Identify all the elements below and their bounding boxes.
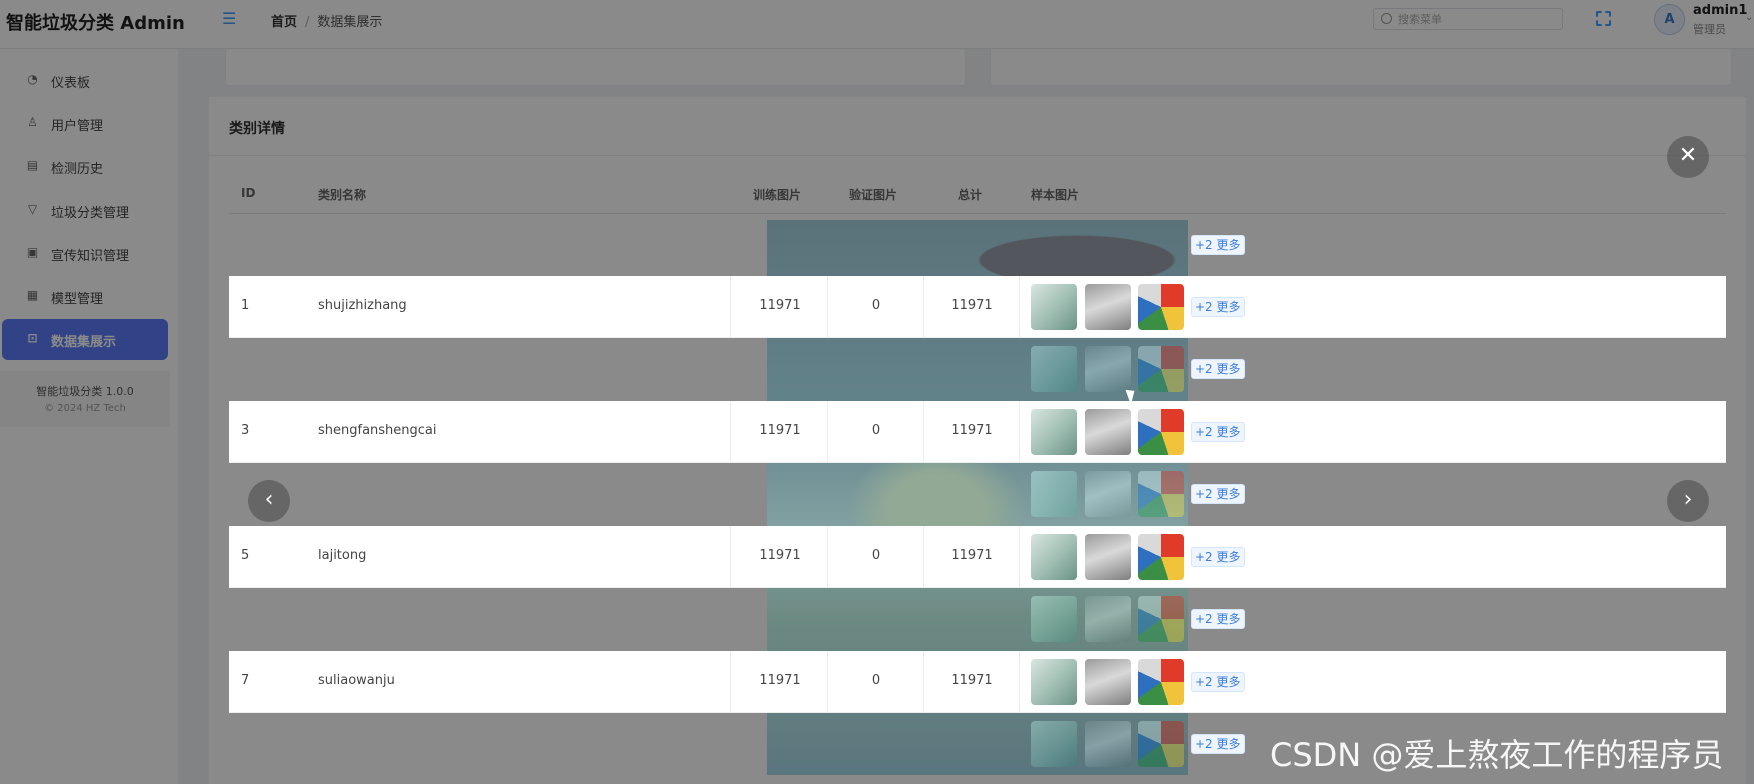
column-divider xyxy=(1019,526,1020,588)
cell-val: 0 xyxy=(871,298,881,313)
more-samples-tag[interactable]: +2 更多 xyxy=(1191,235,1245,255)
sample-thumbnail[interactable] xyxy=(1031,659,1077,705)
chevron-right-icon[interactable]: › xyxy=(1667,480,1709,522)
cell-train: 11971 xyxy=(759,298,801,313)
sample-thumbnail[interactable] xyxy=(1085,534,1131,580)
chevron-left-icon[interactable]: ‹ xyxy=(248,480,290,522)
column-divider xyxy=(1019,401,1020,463)
more-samples-tag[interactable]: +2 更多 xyxy=(1191,297,1245,317)
cell-name: suliaowanju xyxy=(318,673,395,688)
cell-id: 7 xyxy=(241,673,250,688)
watermark: CSDN @爱上熬夜工作的程序员 xyxy=(1270,736,1724,774)
cell-train: 11971 xyxy=(759,673,801,688)
column-divider xyxy=(1019,276,1020,338)
more-samples-tag[interactable]: +2 更多 xyxy=(1191,484,1245,504)
cell-val: 0 xyxy=(871,548,881,563)
cell-name: shengfanshengcai xyxy=(318,423,437,438)
cell-val: 0 xyxy=(871,423,881,438)
sample-thumbnail[interactable] xyxy=(1138,284,1184,330)
more-samples-tag[interactable]: +2 更多 xyxy=(1191,609,1245,629)
column-divider xyxy=(1019,651,1020,713)
sample-thumbnail[interactable] xyxy=(1085,284,1131,330)
sample-thumbnail[interactable] xyxy=(1031,534,1077,580)
close-icon[interactable]: ✕ xyxy=(1667,136,1709,178)
cell-name: shujizhizhang xyxy=(318,298,407,313)
cell-id: 5 xyxy=(241,548,250,563)
more-samples-tag[interactable]: +2 更多 xyxy=(1191,359,1245,379)
sample-thumbnail[interactable] xyxy=(1138,409,1184,455)
column-divider xyxy=(730,401,731,463)
cell-train: 11971 xyxy=(759,548,801,563)
cell-val: 0 xyxy=(871,673,881,688)
more-samples-tag[interactable]: +2 更多 xyxy=(1191,422,1245,442)
more-samples-tag[interactable]: +2 更多 xyxy=(1191,672,1245,692)
sample-thumbnail[interactable] xyxy=(1031,409,1077,455)
cell-train: 11971 xyxy=(759,423,801,438)
cell-id: 1 xyxy=(241,298,250,313)
sample-thumbnail[interactable] xyxy=(1138,659,1184,705)
table-row: 5 lajitong 11971 0 11971 +2 更多 xyxy=(229,526,1726,588)
column-divider xyxy=(730,276,731,338)
table-row: 3 shengfanshengcai 11971 0 11971 +2 更多 xyxy=(229,401,1726,463)
more-samples-tag[interactable]: +2 更多 xyxy=(1191,547,1245,567)
sample-thumbnail[interactable] xyxy=(1138,534,1184,580)
cell-total: 11971 xyxy=(951,423,993,438)
sample-thumbnail[interactable] xyxy=(1031,284,1077,330)
cell-name: lajitong xyxy=(318,548,367,563)
column-divider xyxy=(730,526,731,588)
table-row: 7 suliaowanju 11971 0 11971 +2 更多 xyxy=(229,651,1726,713)
sample-thumbnail[interactable] xyxy=(1085,409,1131,455)
cell-total: 11971 xyxy=(951,548,993,563)
sample-thumbnail[interactable] xyxy=(1085,659,1131,705)
cell-id: 3 xyxy=(241,423,250,438)
column-divider xyxy=(730,651,731,713)
cell-total: 11971 xyxy=(951,673,993,688)
table-row: 1 shujizhizhang 11971 0 11971 +2 更多 xyxy=(229,276,1726,338)
cell-total: 11971 xyxy=(951,298,993,313)
more-samples-tag[interactable]: +2 更多 xyxy=(1191,734,1245,754)
